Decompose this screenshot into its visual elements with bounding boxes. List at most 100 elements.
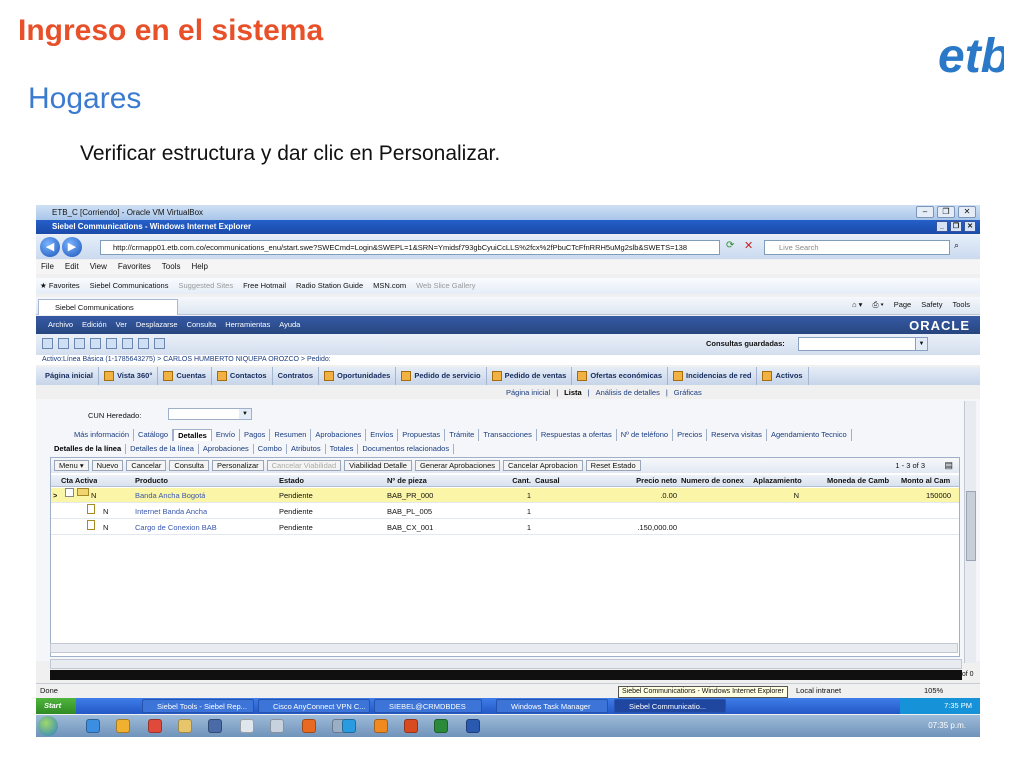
sub-tab-combo[interactable]: Combo — [254, 444, 287, 454]
chevron-down-icon[interactable]: ▼ — [915, 338, 927, 350]
personalizar-button[interactable]: Personalizar — [211, 460, 264, 471]
view-tab-resumen[interactable]: Resumen — [270, 429, 312, 441]
fav-suggested-sites[interactable]: Suggested Sites — [178, 278, 233, 294]
menu-button[interactable]: Menu ▾ — [54, 460, 89, 471]
task-task-manager[interactable]: Windows Task Manager — [496, 699, 608, 713]
forward-icon[interactable]: ▶ — [62, 237, 82, 257]
screen-tab-pedido-servicio[interactable]: Pedido de servicio — [396, 367, 487, 385]
ie-close-icon[interactable]: ✕ — [964, 221, 976, 232]
folder-icon[interactable] — [178, 719, 192, 733]
subnav-pagina-inicial[interactable]: Página inicial — [506, 388, 550, 397]
start-button[interactable]: Start — [36, 698, 76, 714]
sb-menu-archivo[interactable]: Archivo — [48, 316, 73, 334]
print-icon[interactable]: ⎙ ▾ — [872, 300, 883, 310]
vertical-scrollbar[interactable] — [964, 401, 976, 663]
view-tab-tramite[interactable]: Trámite — [445, 429, 480, 441]
breadcrumb[interactable]: Activo:Línea Básica (1-1785643275) > CAR… — [36, 355, 980, 365]
fav-siebel[interactable]: Siebel Communications — [90, 278, 169, 294]
task-siebel-db[interactable]: SIEBEL@CRMDBDES — [374, 699, 482, 713]
toolbar-icon[interactable] — [42, 338, 53, 349]
ie-restore-icon[interactable]: ❐ — [950, 221, 962, 232]
toolbar-icon[interactable] — [122, 338, 133, 349]
screen-tab-cuentas[interactable]: Cuentas — [158, 367, 212, 385]
stop-icon[interactable]: ✕ — [744, 239, 753, 252]
screen-tab-incidencias[interactable]: Incidencias de red — [668, 367, 758, 385]
col-moneda[interactable]: Moneda de Camb — [827, 475, 899, 487]
sub-tab-detalles-linea[interactable]: Detalles de la línea — [50, 444, 127, 454]
view-tab-detalles[interactable]: Detalles — [173, 429, 212, 441]
excel-icon[interactable] — [434, 719, 448, 733]
toolbar-icon[interactable] — [138, 338, 149, 349]
outlook-icon[interactable] — [374, 719, 388, 733]
search-input[interactable]: Live Search — [764, 240, 950, 255]
view-tab-envio[interactable]: Envío — [212, 429, 241, 441]
powerpoint-icon[interactable] — [404, 719, 418, 733]
chrome-icon[interactable] — [148, 719, 162, 733]
screen-tab-ofertas[interactable]: Ofertas económicas — [572, 367, 669, 385]
fav-msn[interactable]: MSN.com — [373, 278, 406, 294]
col-aplazamiento[interactable]: Aplazamiento — [753, 475, 802, 487]
table-row[interactable]: N Cargo de Conexion BAB Pendiente BAB_CX… — [51, 520, 959, 535]
fav-web-slice[interactable]: Web Slice Gallery — [416, 278, 475, 294]
sub-tab-totales[interactable]: Totales — [326, 444, 359, 454]
fav-radio-station[interactable]: Radio Station Guide — [296, 278, 363, 294]
table-row[interactable]: N Internet Banda Ancha Pendiente BAB_PL_… — [51, 504, 959, 519]
col-causal[interactable]: Causal — [535, 475, 560, 487]
task-siebel-tools[interactable]: Siebel Tools - Siebel Rep... — [142, 699, 254, 713]
view-tab-respuestas[interactable]: Respuestas a ofertas — [537, 429, 617, 441]
ie-icon[interactable] — [86, 719, 100, 733]
generar-aprobaciones-button[interactable]: Generar Aprobaciones — [414, 460, 501, 471]
saved-queries-select[interactable]: ▼ — [798, 337, 928, 351]
sb-menu-ver[interactable]: Ver — [116, 316, 127, 334]
horizontal-scrollbar[interactable] — [50, 643, 958, 653]
windows-orb-icon[interactable] — [38, 716, 58, 736]
menu-favorites[interactable]: Favorites — [118, 260, 151, 274]
ie-minimize-icon[interactable]: _ — [936, 221, 948, 232]
word-icon[interactable] — [466, 719, 480, 733]
view-tab-envios[interactable]: Envíos — [366, 429, 399, 441]
scroll-thumb[interactable] — [966, 491, 976, 561]
screen-tab-contratos[interactable]: Contratos — [273, 367, 320, 385]
restore-icon[interactable]: ❐ — [937, 206, 955, 218]
col-precio[interactable]: Precio neto — [611, 475, 677, 487]
screen-tab-pagina-inicial[interactable]: Página inicial — [40, 367, 99, 385]
collapse-icon[interactable] — [65, 488, 74, 497]
back-icon[interactable]: ◀ — [40, 237, 60, 257]
screen-tab-activos[interactable]: Activos — [757, 367, 809, 385]
chevron-down-icon[interactable]: ▼ — [239, 409, 251, 419]
toolbar-icon[interactable] — [74, 338, 85, 349]
toolbar-icon[interactable] — [58, 338, 69, 349]
toolbar-icon[interactable] — [154, 338, 165, 349]
cmd-tools[interactable]: Tools — [952, 300, 970, 310]
menu-help[interactable]: Help — [191, 260, 207, 274]
zoom-level[interactable]: 105% — [924, 684, 943, 698]
subnav-graficas[interactable]: Gráficas — [674, 388, 702, 397]
cmd-page[interactable]: Page — [894, 300, 912, 310]
window-icon[interactable] — [240, 719, 254, 733]
toolbar-icon[interactable] — [106, 338, 117, 349]
consulta-button[interactable]: Consulta — [169, 460, 209, 471]
view-tab-telefono[interactable]: Nº de teléfono — [617, 429, 674, 441]
cancelar-aprobacion-button[interactable]: Cancelar Aprobacion — [503, 460, 583, 471]
minimize-icon[interactable]: – — [916, 206, 934, 218]
firefox-icon[interactable] — [302, 719, 316, 733]
sub-tab-detalles-linea-2[interactable]: Detalles de la línea — [126, 444, 199, 454]
col-estado[interactable]: Estado — [279, 475, 304, 487]
col-pieza[interactable]: Nº de pieza — [387, 475, 427, 487]
screen-tab-oportunidades[interactable]: Oportunidades — [319, 367, 397, 385]
window-icon[interactable] — [270, 719, 284, 733]
address-input[interactable]: http://crmapp01.etb.com.co/ecommunicatio… — [100, 240, 720, 255]
menu-file[interactable]: File — [41, 260, 54, 274]
view-tab-catalogo[interactable]: Catálogo — [134, 429, 174, 441]
cell-producto[interactable]: Cargo de Conexion BAB — [135, 520, 217, 535]
col-cant[interactable]: Cant. — [491, 475, 531, 487]
sub-tab-aprobaciones[interactable]: Aprobaciones — [199, 444, 254, 454]
table-row[interactable]: > N Banda Ancha Bogotá Pendiente BAB_PR_… — [51, 488, 959, 503]
view-tab-precios[interactable]: Precios — [673, 429, 708, 441]
menu-view[interactable]: View — [90, 260, 107, 274]
list-settings-icon[interactable]: ▤ — [944, 460, 953, 471]
reset-estado-button[interactable]: Reset Estado — [585, 460, 641, 471]
task-cisco-vpn[interactable]: Cisco AnyConnect VPN C... — [258, 699, 370, 713]
close-icon[interactable]: ✕ — [958, 206, 976, 218]
col-cta-activa[interactable]: Cta Activa — [61, 475, 97, 487]
